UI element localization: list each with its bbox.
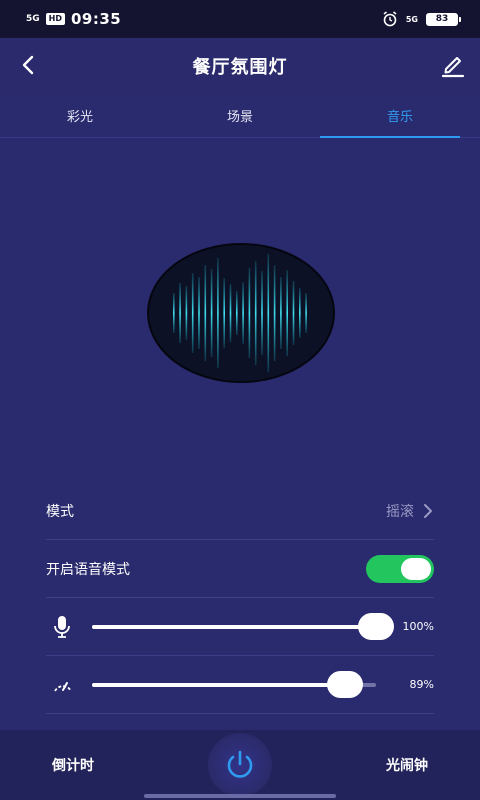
- visualizer-bar: [242, 282, 244, 344]
- countdown-button[interactable]: 倒计时: [52, 755, 94, 775]
- visualizer-bar: [305, 293, 307, 333]
- visualizer-bar: [236, 291, 238, 335]
- mic-slider-track[interactable]: [92, 612, 394, 640]
- visualizer-bar: [210, 269, 213, 357]
- speed-slider-fill: [92, 682, 345, 687]
- speed-slider-handle[interactable]: [326, 670, 363, 698]
- status-bar: 5G HD 09:35 5G 83: [0, 0, 480, 38]
- visualizer-bar: [280, 277, 282, 349]
- status-right: 5G 83: [382, 11, 461, 27]
- speed-value: 89%: [409, 678, 434, 691]
- mic-icon-wrap: [46, 615, 80, 639]
- microphone-icon: [54, 615, 70, 638]
- signal-indicator: 5G: [26, 14, 40, 24]
- status-time: 09:35: [71, 10, 122, 28]
- visualizer-bar: [299, 288, 301, 338]
- hd-badge: HD: [45, 13, 65, 25]
- power-button[interactable]: [208, 733, 272, 797]
- visualizer-bar: [254, 261, 257, 365]
- network-indicator: 5G: [405, 14, 418, 24]
- mic-value: 100%: [402, 620, 434, 633]
- tab-scene[interactable]: 场景: [160, 94, 320, 137]
- edit-icon[interactable]: [440, 52, 466, 78]
- visualizer-bar: [248, 268, 251, 358]
- power-icon: [227, 750, 253, 778]
- visualizer-bar: [292, 281, 295, 345]
- battery-indicator: 83: [426, 12, 461, 26]
- mode-label: 模式: [46, 503, 74, 520]
- tab-label: 场景: [226, 110, 253, 125]
- tab-color-light[interactable]: 彩光: [0, 94, 160, 137]
- mic-sensitivity-row: 100%: [46, 598, 434, 656]
- speed-row: 89%: [46, 656, 434, 714]
- visualizer-bar: [198, 277, 200, 349]
- visualizer-bar: [229, 284, 232, 342]
- visualizer-bar: [173, 293, 175, 333]
- mic-slider-fill: [92, 624, 376, 629]
- speed-slider-track[interactable]: [92, 670, 376, 698]
- visualizer-bar: [286, 270, 288, 356]
- visualizer-bar: [273, 265, 276, 361]
- tab-bar: 彩光 场景 音乐: [0, 94, 480, 138]
- music-visualizer: [147, 243, 335, 383]
- speedometer-icon: [54, 681, 72, 692]
- settings-panel: 模式 摇滚 开启语音模式 100% 89%: [46, 482, 434, 714]
- page-title: 餐厅氛围灯: [192, 57, 288, 78]
- visualizer-bar: [179, 283, 181, 343]
- status-left: 5G HD 09:35: [26, 10, 121, 28]
- voice-mode-label: 开启语音模式: [46, 561, 130, 578]
- visualizer-bar: [191, 273, 194, 353]
- battery-level: 83: [435, 14, 449, 24]
- visualizer-bar: [223, 278, 225, 348]
- toggle-knob: [401, 557, 431, 580]
- home-indicator: [144, 794, 336, 798]
- alarm-icon: [383, 11, 397, 27]
- visualizer-bar: [204, 265, 207, 361]
- top-bar: 餐厅氛围灯: [0, 38, 480, 94]
- mode-value: 摇滚: [386, 503, 414, 520]
- mode-selector[interactable]: 摇滚: [386, 501, 434, 521]
- voice-mode-row: 开启语音模式: [46, 540, 434, 598]
- tab-music[interactable]: 音乐: [320, 94, 480, 138]
- visualizer-bar: [267, 254, 270, 372]
- visualizer-bar: [261, 271, 263, 355]
- mic-slider-handle[interactable]: [358, 612, 394, 640]
- speed-icon-wrap: [46, 675, 80, 695]
- mode-row[interactable]: 模式 摇滚: [46, 482, 434, 540]
- visualizer-bar: [217, 258, 219, 368]
- voice-mode-toggle[interactable]: [366, 554, 434, 583]
- visualizer-bar: [185, 286, 188, 340]
- chevron-right-icon: [424, 503, 432, 518]
- bottom-bar: 倒计时 光闹钟: [0, 730, 480, 800]
- back-arrow-icon[interactable]: [16, 52, 42, 78]
- tab-label: 音乐: [386, 110, 413, 125]
- light-alarm-button[interactable]: 光闹钟: [386, 755, 428, 775]
- tab-label: 彩光: [66, 110, 93, 125]
